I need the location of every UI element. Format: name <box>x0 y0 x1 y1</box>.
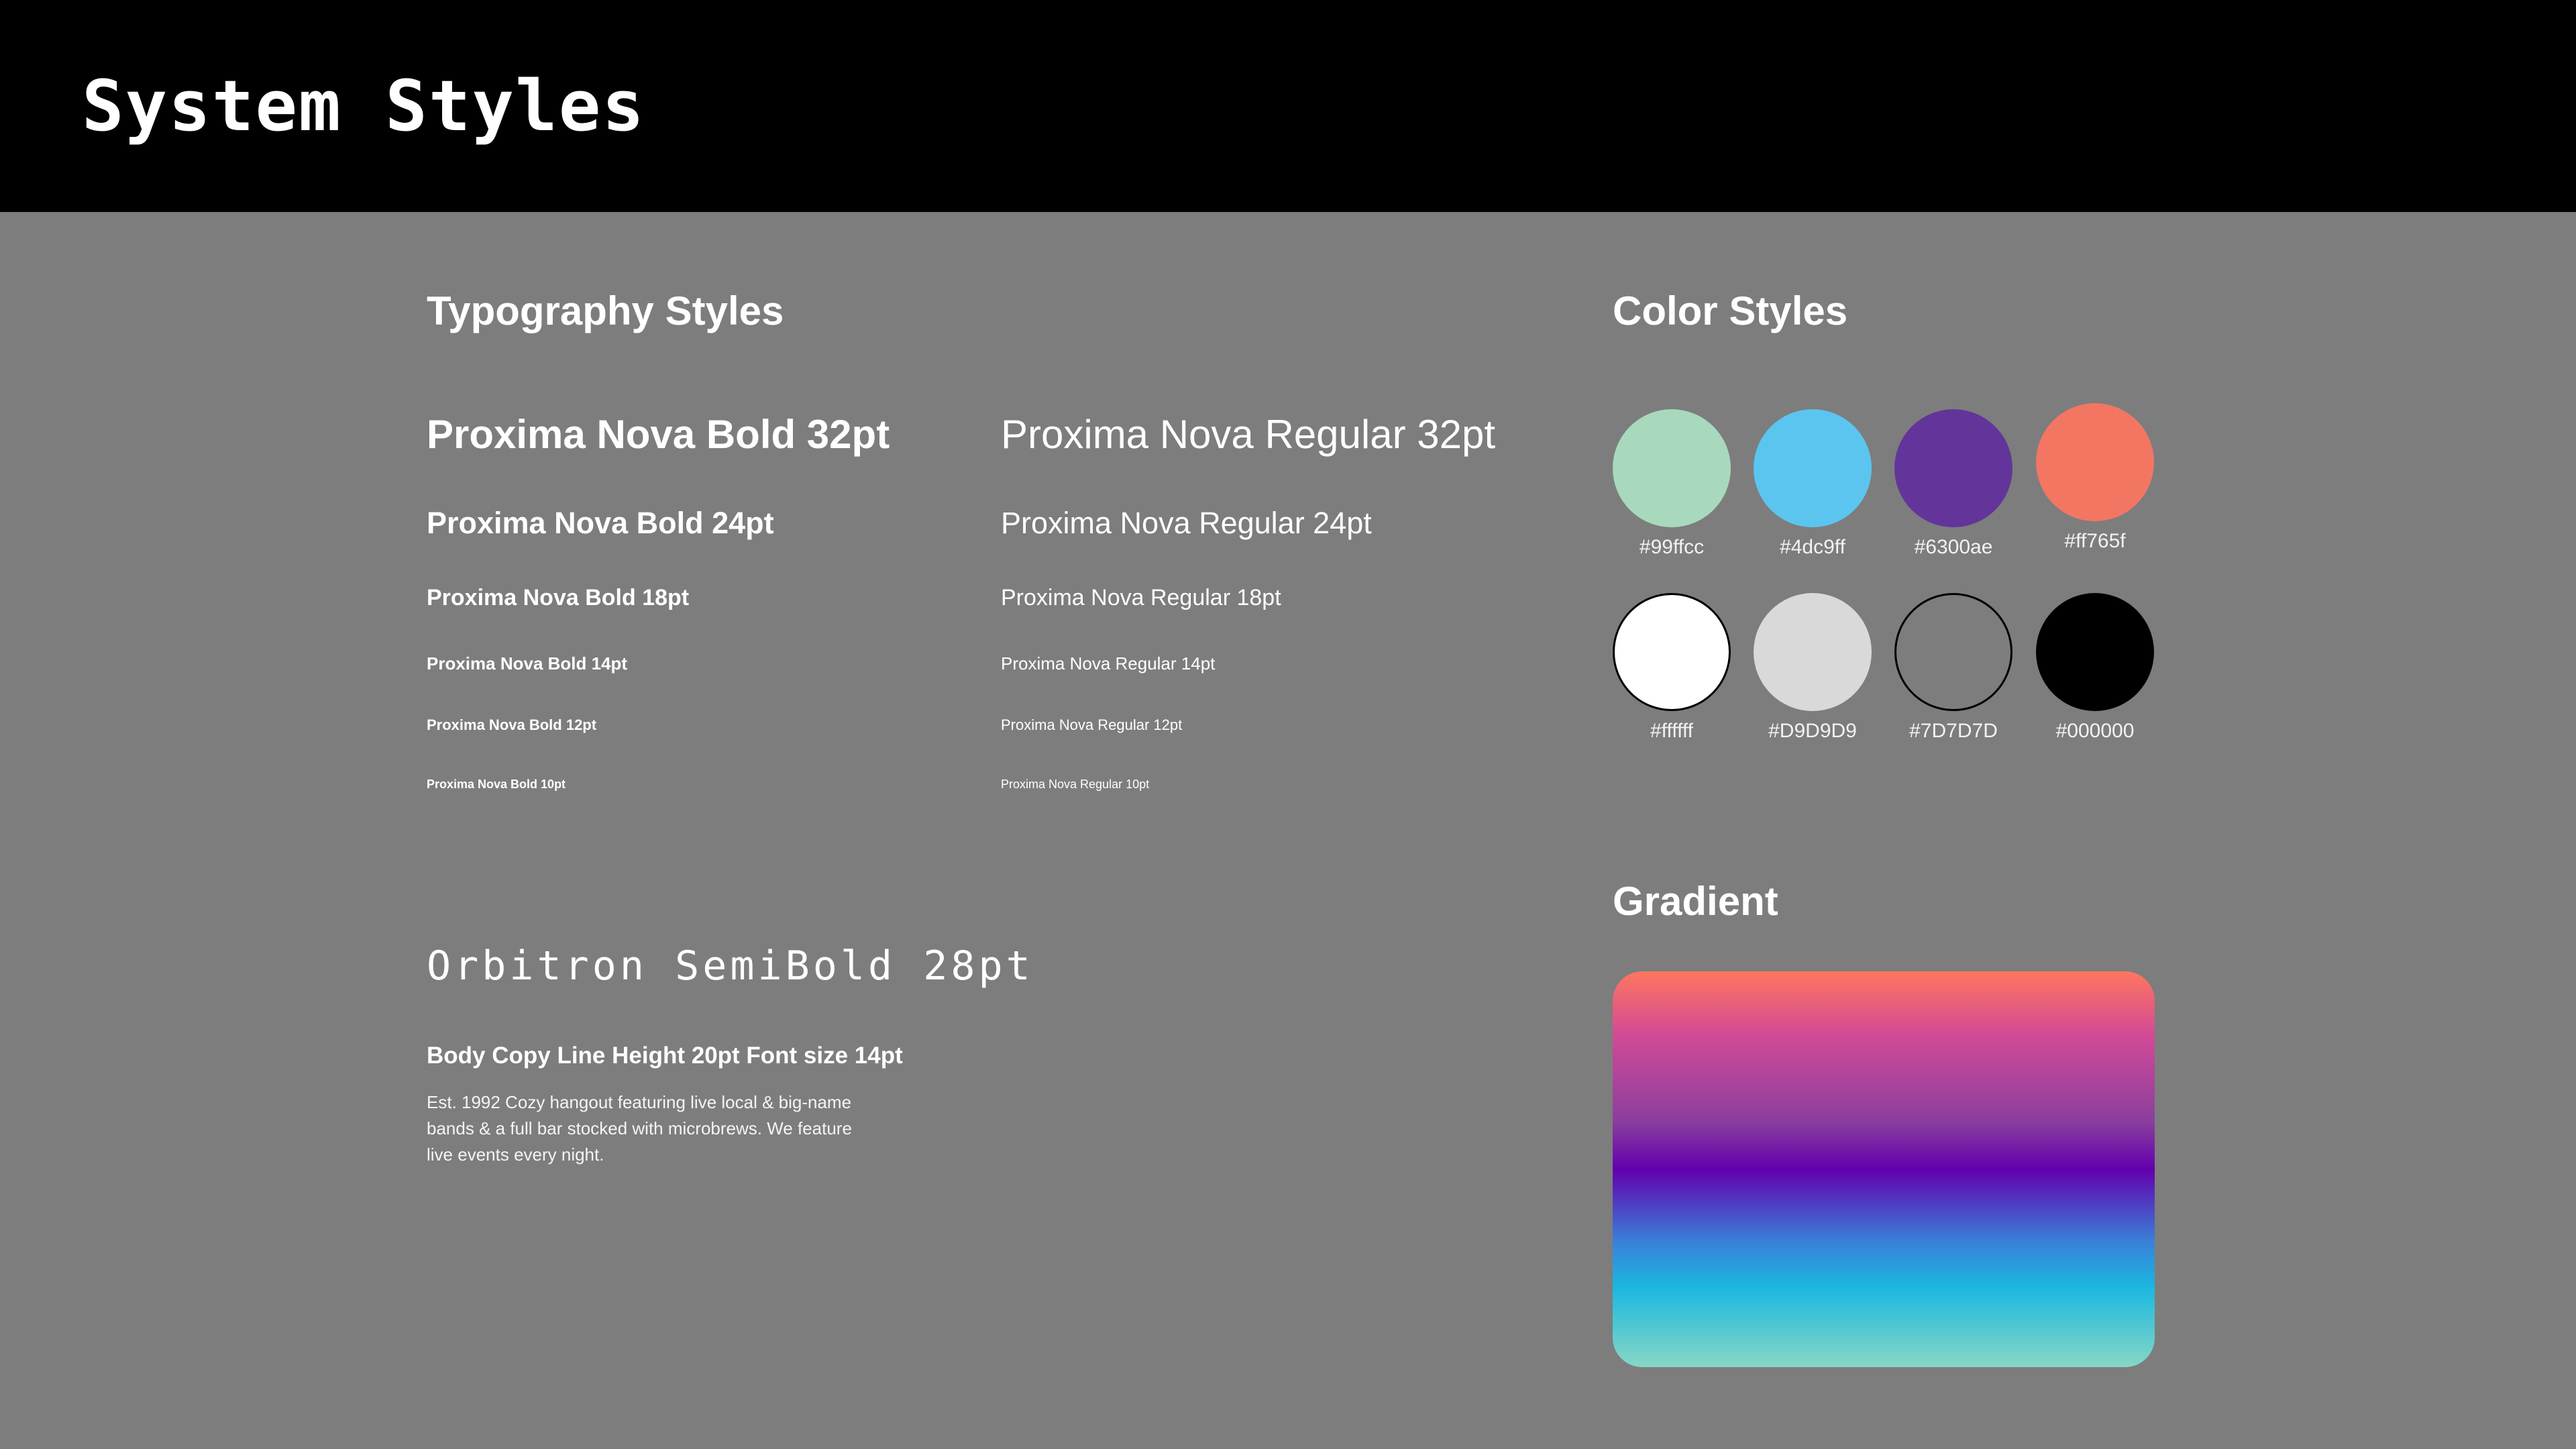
color-swatch-light-gray <box>1754 593 1872 711</box>
type-sample-regular-12: Proxima Nova Regular 12pt <box>1001 716 1183 733</box>
color-swatch-mint <box>1613 409 1731 527</box>
type-sample-regular-14: Proxima Nova Regular 14pt <box>1001 653 1216 674</box>
type-sample-bold-12: Proxima Nova Bold 12pt <box>427 716 597 733</box>
color-swatch-coral <box>2036 403 2154 521</box>
display-font-sample: Orbitron SemiBold 28pt <box>427 943 1034 989</box>
gradient-swatch <box>1613 971 2155 1367</box>
color-swatch-gray <box>1894 593 2012 711</box>
type-sample-bold-24: Proxima Nova Bold 24pt <box>427 506 774 540</box>
color-swatch-black <box>2036 593 2154 711</box>
type-sample-bold-14: Proxima Nova Bold 14pt <box>427 653 628 674</box>
header-bar: System Styles <box>0 0 2576 212</box>
color-swatch-white <box>1613 593 1731 711</box>
type-sample-regular-10: Proxima Nova Regular 10pt <box>1001 777 1150 791</box>
type-sample-bold-10: Proxima Nova Bold 10pt <box>427 777 566 791</box>
gradient-section-title: Gradient <box>1613 879 1778 924</box>
type-sample-regular-18: Proxima Nova Regular 18pt <box>1001 585 1281 610</box>
page-title: System Styles <box>82 65 645 147</box>
type-sample-regular-32: Proxima Nova Regular 32pt <box>1001 412 1496 457</box>
swatch-label: #000000 <box>2055 720 2135 742</box>
color-swatch-purple <box>1894 409 2012 527</box>
color-swatch-sky-blue <box>1754 409 1872 527</box>
type-sample-bold-18: Proxima Nova Bold 18pt <box>427 585 690 610</box>
body-copy-sample: Est. 1992 Cozy hangout featuring live lo… <box>427 1092 852 1165</box>
color-section-title: Color Styles <box>1613 288 1848 333</box>
typography-section-title: Typography Styles <box>427 288 784 333</box>
swatch-label: #ff765f <box>2064 530 2126 552</box>
type-sample-bold-32: Proxima Nova Bold 32pt <box>427 412 890 457</box>
body-copy-heading: Body Copy Line Height 20pt Font size 14p… <box>427 1042 903 1069</box>
type-sample-regular-24: Proxima Nova Regular 24pt <box>1001 506 1372 540</box>
